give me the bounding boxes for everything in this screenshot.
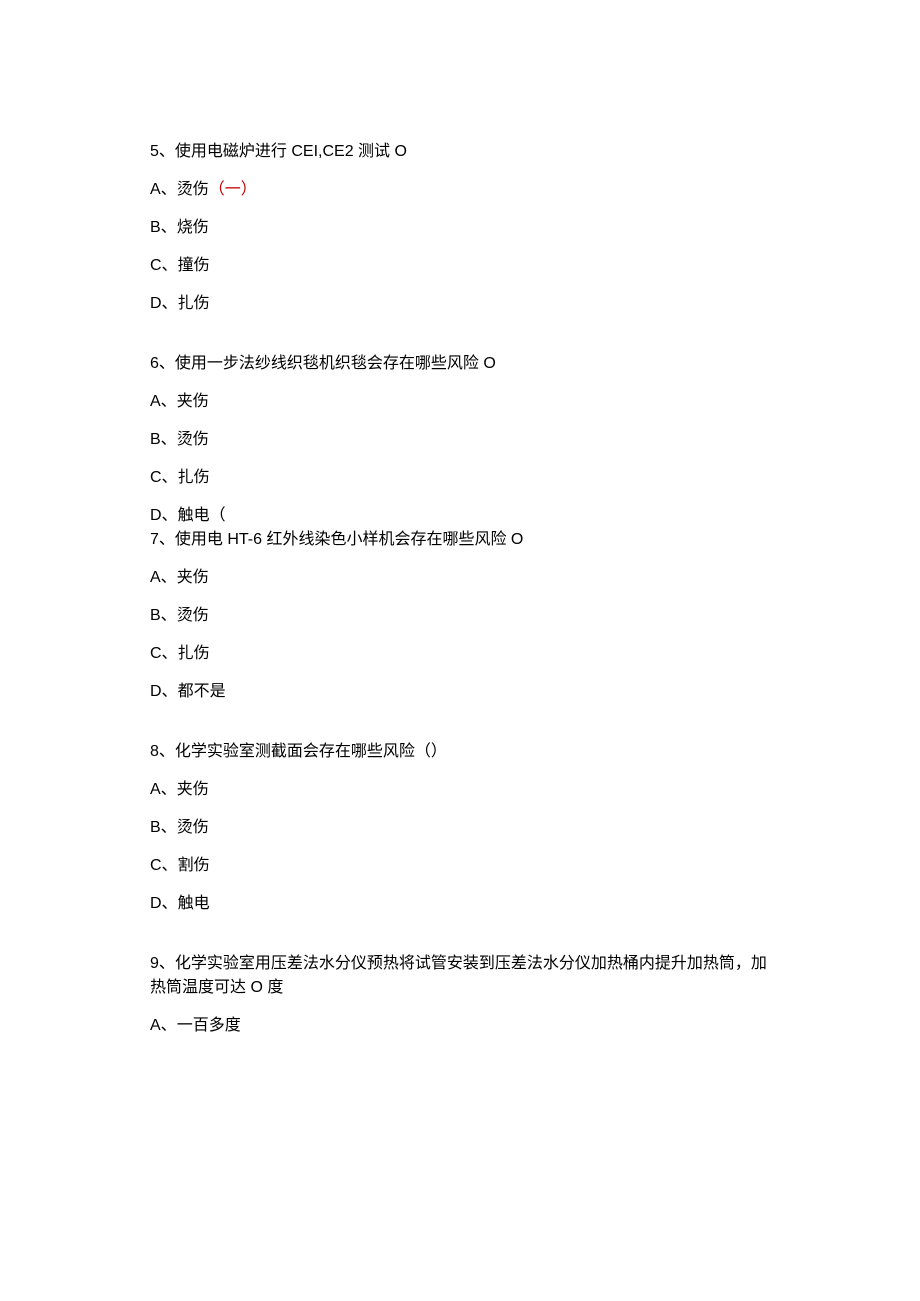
option-label: C、 [150,645,178,662]
option-text: 扎伤 [178,295,210,312]
option-text: 烫伤 [177,181,209,198]
question-body: 化学实验室测截面会存在哪些风险（） [175,743,447,760]
question-number: 5、 [150,143,175,160]
question-body: 使用一步法纱线织毯机织毯会存在哪些风险 О [175,355,496,372]
question-number: 9、 [150,955,175,972]
option-d: D、都不是 [150,680,770,704]
question-body: 使用电磁炉进行 CEI,CE2 测试 О [175,143,407,160]
option-label: D、 [150,507,178,524]
option-label: C、 [150,257,178,274]
option-text: 一百多度 [177,1017,241,1034]
option-text: 夹伤 [177,393,209,410]
option-a: A、夹伤 [150,778,770,802]
option-c: C、撞伤 [150,254,770,278]
option-label: B、 [150,219,177,236]
question-8: 8、化学实验室测截面会存在哪些风险（） A、夹伤 B、烫伤 C、割伤 D、触电 [150,740,770,916]
question-text: 9、化学实验室用压差法水分仪预热将试管安装到压差法水分仪加热桶内提升加热筒，加热… [150,952,770,1000]
question-text: 5、使用电磁炉进行 CEI,CE2 测试 О [150,140,770,164]
question-7: 7、使用电 HT-6 红外线染色小样机会存在哪些风险 О A、夹伤 B、烫伤 C… [150,528,770,704]
question-6: 6、使用一步法纱线织毯机织毯会存在哪些风险 О A、夹伤 B、烫伤 C、扎伤 D… [150,352,770,528]
option-label: A、 [150,781,177,798]
question-body: 使用电 HT-6 红外线染色小样机会存在哪些风险 О [175,531,523,548]
question-body: 化学实验室用压差法水分仪预热将试管安装到压差法水分仪加热桶内提升加热筒，加热筒温… [150,955,767,996]
document-page: 5、使用电磁炉进行 CEI,CE2 测试 О A、烫伤（一） B、烧伤 C、撞伤… [0,0,920,1154]
option-b: B、烫伤 [150,428,770,452]
answer-mark: （一） [209,181,257,198]
question-number: 6、 [150,355,175,372]
option-label: D、 [150,295,178,312]
option-b: B、烫伤 [150,604,770,628]
option-d: D、触电 [150,892,770,916]
option-b: B、烧伤 [150,216,770,240]
option-a: A、夹伤 [150,566,770,590]
option-label: A、 [150,1017,177,1034]
option-label: B、 [150,819,177,836]
option-text: 烧伤 [177,219,209,236]
option-d: D、触电（ [150,504,770,528]
option-a: A、夹伤 [150,390,770,414]
option-text: 撞伤 [178,257,210,274]
question-number: 7、 [150,531,175,548]
question-text: 7、使用电 HT-6 红外线染色小样机会存在哪些风险 О [150,528,770,552]
option-text: 夹伤 [177,781,209,798]
option-label: A、 [150,393,177,410]
option-d: D、扎伤 [150,292,770,316]
option-label: B、 [150,431,177,448]
question-9: 9、化学实验室用压差法水分仪预热将试管安装到压差法水分仪加热桶内提升加热筒，加热… [150,952,770,1038]
option-b: B、烫伤 [150,816,770,840]
option-text: 夹伤 [177,569,209,586]
option-text: 烫伤 [177,431,209,448]
option-text: 扎伤 [178,645,210,662]
option-c: C、扎伤 [150,642,770,666]
option-a: A、一百多度 [150,1014,770,1038]
option-text: 烫伤 [177,819,209,836]
question-text: 8、化学实验室测截面会存在哪些风险（） [150,740,770,764]
question-5: 5、使用电磁炉进行 CEI,CE2 测试 О A、烫伤（一） B、烧伤 C、撞伤… [150,140,770,316]
option-a: A、烫伤（一） [150,178,770,202]
option-label: D、 [150,683,178,700]
option-text: 烫伤 [177,607,209,624]
option-label: C、 [150,857,178,874]
option-label: D、 [150,895,178,912]
option-text: 割伤 [178,857,210,874]
option-text: 都不是 [178,683,226,700]
option-text: 触电 [178,895,210,912]
question-text: 6、使用一步法纱线织毯机织毯会存在哪些风险 О [150,352,770,376]
option-text: 触电（ [178,507,226,524]
question-number: 8、 [150,743,175,760]
option-c: C、扎伤 [150,466,770,490]
option-label: B、 [150,607,177,624]
option-label: A、 [150,181,177,198]
option-text: 扎伤 [178,469,210,486]
option-label: C、 [150,469,178,486]
option-c: C、割伤 [150,854,770,878]
option-label: A、 [150,569,177,586]
